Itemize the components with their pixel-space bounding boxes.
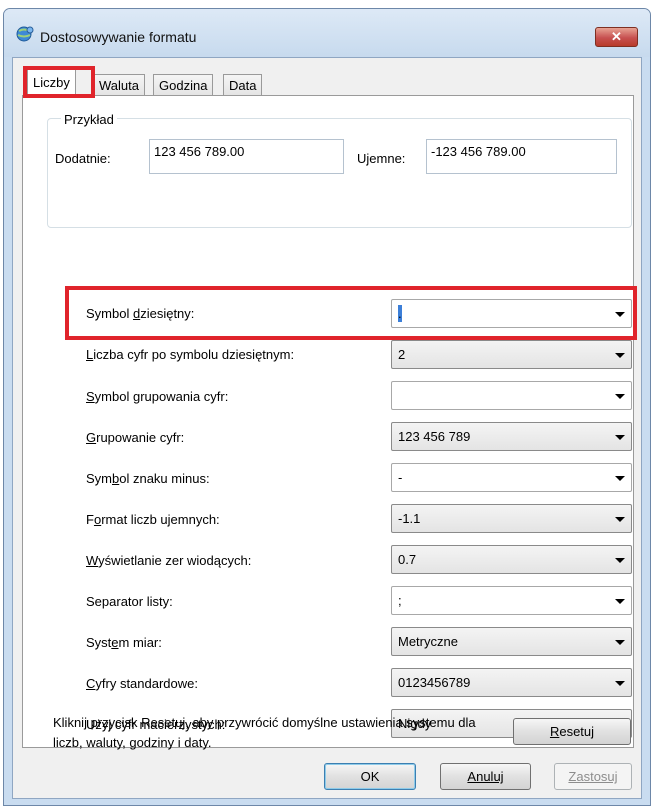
- globe-settings-icon: [16, 26, 34, 42]
- tab-panel-liczby: Przykład Dodatnie: 123 456 789.00 Ujemne…: [22, 95, 637, 748]
- label-minus-sign: Symbol znaku minus:: [86, 471, 210, 486]
- tab-strip: Liczby Waluta Godzina Data: [13, 63, 641, 98]
- chevron-down-icon[interactable]: [615, 640, 625, 645]
- minus-sign-combo[interactable]: -: [391, 463, 632, 492]
- combo-value: Metryczne: [398, 634, 458, 649]
- list-separator-combo[interactable]: ;: [391, 586, 632, 615]
- label-measurement-system: System miar:: [86, 635, 162, 650]
- tab-label: Data: [229, 78, 257, 93]
- apply-button: Zastosuj: [554, 763, 632, 790]
- label-list-separator: Separator listy:: [86, 594, 173, 609]
- combo-value: -1.1: [398, 511, 421, 526]
- dialog-body: Liczby Waluta Godzina Data Przykład Doda…: [12, 57, 642, 799]
- standard-digits-combo[interactable]: 0123456789: [391, 668, 632, 697]
- measurement-system-combo[interactable]: Metryczne: [391, 627, 632, 656]
- combo-value: -: [398, 470, 403, 485]
- grouping-symbol-combo[interactable]: [391, 381, 632, 410]
- label-leading-zeros: Wyświetlanie zer wiodących:: [86, 553, 252, 568]
- label-decimal-digits: Liczba cyfr po symbolu dziesiętnym:: [86, 347, 295, 362]
- title-bar[interactable]: Dostosowywanie formatu ✕: [4, 9, 650, 57]
- close-button[interactable]: ✕: [595, 27, 638, 47]
- ok-button[interactable]: OK: [324, 763, 416, 790]
- decimal-symbol-highlight-box: [65, 286, 637, 340]
- window-title: Dostosowywanie formatu: [40, 29, 197, 45]
- combo-value: 2: [398, 347, 406, 362]
- negative-sample-field: -123 456 789.00: [426, 139, 617, 174]
- label-negative-format: Format liczb ujemnych:: [86, 512, 220, 527]
- tab-data[interactable]: Data: [223, 74, 263, 96]
- label-grouping-symbol: Symbol grupowania cyfr:: [86, 389, 229, 404]
- decimal-digits-combo[interactable]: 2: [391, 340, 632, 369]
- chevron-down-icon[interactable]: [615, 353, 625, 358]
- negative-label: Ujemne:: [357, 151, 406, 166]
- negative-format-combo[interactable]: -1.1: [391, 504, 632, 533]
- example-legend: Przykład: [61, 112, 117, 127]
- chevron-down-icon[interactable]: [615, 435, 625, 440]
- combo-value: ;: [398, 593, 402, 608]
- dialog-window: Dostosowywanie formatu ✕ Liczby Waluta G…: [3, 8, 651, 806]
- reset-note: Kliknij przycisk Resetuj, aby przywrócić…: [53, 715, 476, 750]
- cancel-button[interactable]: Anuluj: [440, 763, 531, 790]
- label-standard-digits: Cyfry standardowe:: [86, 676, 198, 691]
- positive-sample-field: 123 456 789.00: [149, 139, 344, 174]
- leading-zeros-combo[interactable]: 0.7: [391, 545, 632, 574]
- combo-value: 123 456 789: [398, 429, 471, 444]
- chevron-down-icon[interactable]: [615, 517, 625, 522]
- tab-label: Waluta: [99, 78, 139, 93]
- tab-highlight-box: [23, 66, 95, 98]
- chevron-down-icon[interactable]: [615, 558, 625, 563]
- digit-grouping-combo[interactable]: 123 456 789: [391, 422, 632, 451]
- negative-sample-value: -123 456 789.00: [431, 144, 526, 159]
- chevron-down-icon[interactable]: [615, 394, 625, 399]
- chevron-down-icon[interactable]: [615, 599, 625, 604]
- positive-sample-value: 123 456 789.00: [154, 144, 245, 159]
- reset-button[interactable]: Resetuj: [513, 718, 631, 745]
- tab-godzina[interactable]: Godzina: [153, 74, 214, 96]
- label-digit-grouping: Grupowanie cyfr:: [86, 430, 185, 445]
- tab-label: Godzina: [159, 78, 208, 93]
- combo-value: 0123456789: [398, 675, 471, 690]
- positive-label: Dodatnie:: [55, 151, 111, 166]
- close-icon: ✕: [611, 29, 622, 44]
- chevron-down-icon[interactable]: [615, 476, 625, 481]
- tab-waluta[interactable]: Waluta: [93, 74, 145, 96]
- chevron-down-icon[interactable]: [615, 681, 625, 686]
- combo-value: 0.7: [398, 552, 417, 567]
